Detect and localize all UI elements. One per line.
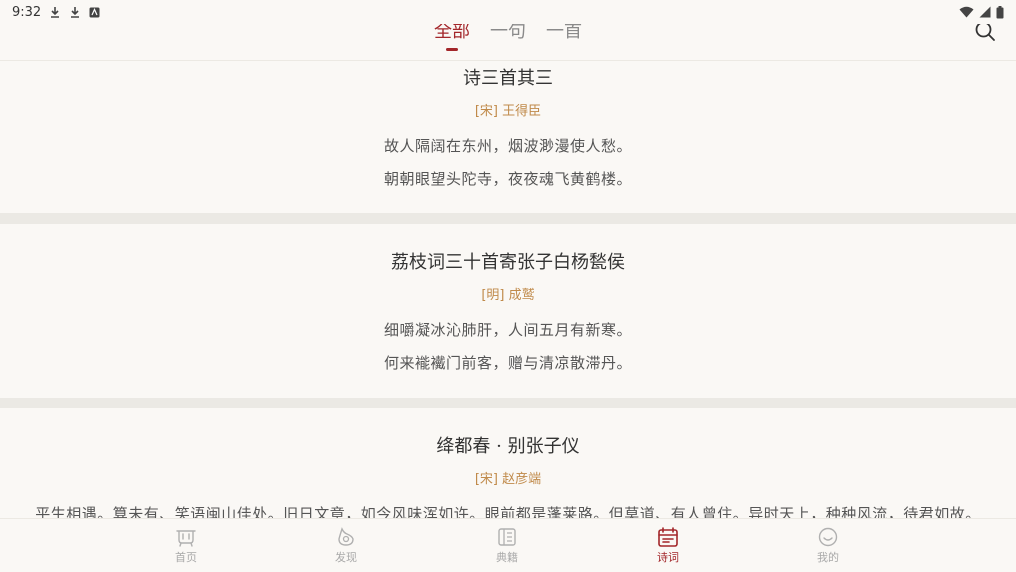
- poem-card[interactable]: 诗三首其三 [宋] 王得臣 故人隔阔在东州，烟波渺漫使人愁。 朝朝眼望头陀寺，夜…: [0, 61, 1016, 213]
- nav-discover[interactable]: 发现: [306, 527, 386, 565]
- wifi-icon: [959, 6, 974, 18]
- poem-line: 何来褦襶门前客，赠与清凉散滞丹。: [383, 354, 632, 372]
- poem-line: 故人隔阔在东州，烟波渺漫使人愁。: [383, 137, 632, 155]
- poem-author: [宋] 王得臣: [474, 104, 542, 119]
- status-bar: 9:32: [0, 0, 1016, 24]
- profile-icon: [818, 527, 838, 547]
- poem-list[interactable]: 诗三首其三 [宋] 王得臣 故人隔阔在东州，烟波渺漫使人愁。 朝朝眼望头陀寺，夜…: [0, 61, 1016, 518]
- bottom-navigation: 首页 发现 典籍 诗词 我的: [0, 518, 1016, 572]
- nav-label: 首页: [175, 551, 197, 564]
- status-time: 9:32: [12, 4, 42, 20]
- poem-card[interactable]: 荔枝词三十首寄张子白杨甃侯 [明] 成鹫 细嚼凝冰沁肺肝，人间五月有新寒。 何来…: [0, 224, 1016, 398]
- poem-author: [宋] 赵彦端: [474, 472, 542, 487]
- nav-label: 诗词: [657, 551, 679, 564]
- nav-poetry[interactable]: 诗词: [628, 527, 708, 565]
- home-icon: [176, 530, 196, 547]
- poem-author: [明] 成鹫: [481, 288, 535, 303]
- books-icon: [498, 528, 516, 546]
- poem-title: 诗三首其三: [463, 68, 553, 89]
- nav-profile[interactable]: 我的: [788, 527, 868, 565]
- nav-label: 我的: [817, 551, 839, 564]
- nav-home[interactable]: 首页: [146, 527, 226, 565]
- poem-line: 朝朝眼望头陀寺，夜夜魂飞黄鹤楼。: [383, 170, 632, 188]
- nav-books[interactable]: 典籍: [467, 527, 547, 565]
- poetry-icon: [658, 527, 678, 547]
- poem-line: 细嚼凝冰沁肺肝，人间五月有新寒。: [383, 321, 632, 339]
- app-notification-icon: [89, 7, 100, 17]
- download-icon: [51, 7, 60, 18]
- nav-label: 典籍: [496, 551, 518, 564]
- battery-icon: [996, 5, 1004, 18]
- poem-line: 平生相遇。算未有、笑语闽山佳处。旧日文章，如今风味浑如许。眼前都是蓬莱路。但莫道…: [35, 505, 981, 518]
- poem-title: 荔枝词三十首寄张子白杨甃侯: [391, 252, 625, 273]
- poem-card[interactable]: 绛都春 · 别张子仪 [宋] 赵彦端 平生相遇。算未有、笑语闽山佳处。旧日文章，…: [0, 408, 1016, 518]
- poem-title: 绛都春 · 别张子仪: [436, 436, 580, 457]
- signal-icon: [979, 6, 991, 18]
- download-icon: [71, 7, 80, 18]
- discover-icon: [338, 527, 354, 546]
- nav-label: 发现: [335, 551, 357, 564]
